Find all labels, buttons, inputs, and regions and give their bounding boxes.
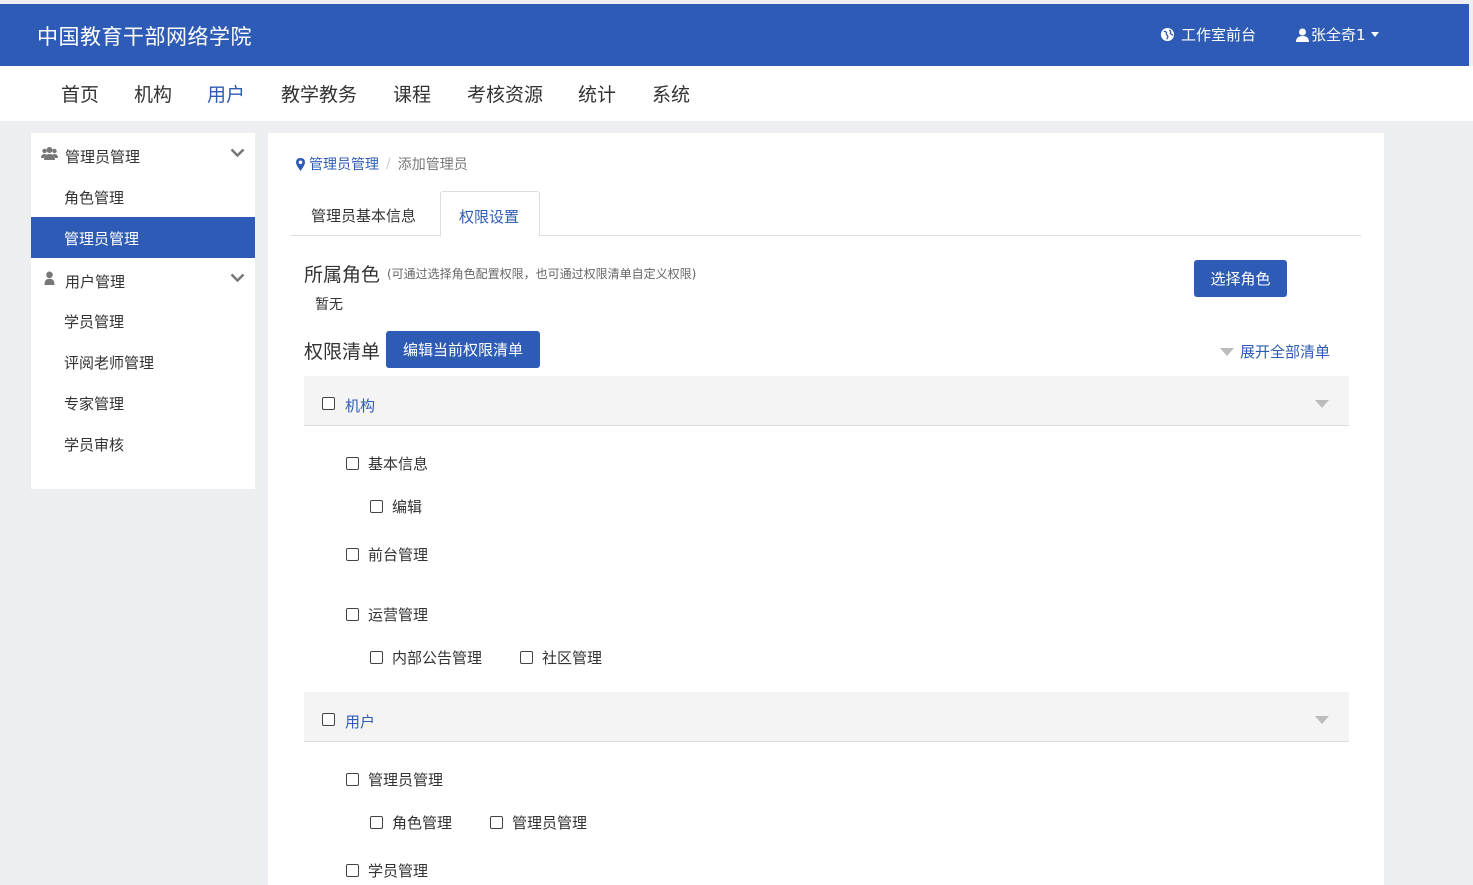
sidebar-item-admin-management[interactable]: 管理员管理 bbox=[31, 217, 255, 258]
section-checkbox[interactable] bbox=[322, 397, 335, 410]
nav-item-exam-resources[interactable]: 考核资源 bbox=[467, 80, 543, 107]
sidebar-item-student-review[interactable]: 学员审核 bbox=[31, 423, 255, 464]
permission-item: 管理员管理 bbox=[346, 769, 443, 790]
permission-list-title: 权限清单 bbox=[304, 341, 381, 363]
role-value: 暂无 bbox=[315, 297, 343, 313]
sidebar-item-label: 角色管理 bbox=[64, 189, 125, 207]
breadcrumb-separator: / bbox=[386, 156, 391, 172]
permission-checkbox[interactable] bbox=[370, 651, 383, 664]
nav-item-teaching[interactable]: 教学教务 bbox=[281, 80, 357, 107]
permission-checkbox[interactable] bbox=[346, 608, 359, 621]
breadcrumb-parent-link[interactable]: 管理员管理 bbox=[309, 154, 379, 174]
tab-basic-info[interactable]: 管理员基本信息 bbox=[291, 191, 440, 236]
permission-item: 运营管理 bbox=[346, 604, 428, 625]
sidebar-item-reviewer-management[interactable]: 评阅老师管理 bbox=[31, 341, 255, 382]
nav-item-system[interactable]: 系统 bbox=[652, 80, 690, 107]
caret-down-icon bbox=[1370, 32, 1379, 37]
permission-checkbox[interactable] bbox=[520, 651, 534, 664]
user-icon bbox=[44, 271, 55, 285]
breadcrumb: 管理员管理 / 添加管理员 bbox=[296, 154, 468, 174]
permission-item: 编辑 bbox=[370, 496, 422, 517]
nav-item-stats[interactable]: 统计 bbox=[578, 80, 616, 107]
section-label: 机构 bbox=[345, 397, 376, 415]
permission-section-user: 用户 bbox=[304, 692, 1349, 742]
breadcrumb-current: 添加管理员 bbox=[397, 157, 468, 173]
section-collapse-icon[interactable] bbox=[1315, 400, 1329, 408]
map-marker-icon bbox=[296, 157, 305, 171]
user-menu[interactable]: 张全奇1 bbox=[1296, 24, 1379, 45]
main-content: 管理员管理 / 添加管理员 管理员基本信息 权限设置 所属角色 (可通过选择角色… bbox=[268, 133, 1384, 885]
permission-label: 社区管理 bbox=[542, 649, 603, 667]
permission-item-row: 角色管理 管理员管理 bbox=[370, 812, 587, 833]
permission-label: 前台管理 bbox=[368, 546, 429, 564]
permission-checkbox[interactable] bbox=[370, 816, 383, 829]
tab-label: 管理员基本信息 bbox=[311, 207, 417, 225]
role-hint: (可通过选择角色配置权限，也可通过权限清单自定义权限) bbox=[387, 267, 697, 281]
studio-front-label: 工作室前台 bbox=[1181, 26, 1257, 44]
sidebar-item-expert-management[interactable]: 专家管理 bbox=[31, 382, 255, 423]
section-checkbox[interactable] bbox=[322, 713, 335, 726]
sidebar-item-student-management[interactable]: 学员管理 bbox=[31, 300, 255, 341]
permission-item: 基本信息 bbox=[346, 453, 428, 474]
permission-label: 运营管理 bbox=[368, 606, 429, 624]
permission-checkbox[interactable] bbox=[346, 773, 359, 786]
permission-label: 管理员管理 bbox=[512, 814, 588, 832]
permission-item-row: 内部公告管理 社区管理 bbox=[370, 647, 602, 668]
permission-label: 内部公告管理 bbox=[392, 649, 483, 667]
nav-item-course[interactable]: 课程 bbox=[393, 80, 431, 107]
user-icon bbox=[1296, 28, 1309, 42]
site-title[interactable]: 中国教育干部网络学院 bbox=[37, 21, 252, 51]
nav-item-user[interactable]: 用户 bbox=[207, 80, 245, 107]
permission-label: 管理员管理 bbox=[368, 771, 444, 789]
sidebar-group-label: 用户管理 bbox=[65, 273, 126, 291]
permission-item: 前台管理 bbox=[346, 544, 428, 565]
user-name: 张全奇1 bbox=[1311, 26, 1366, 44]
permission-checkbox[interactable] bbox=[346, 457, 359, 470]
sidebar-group-label: 管理员管理 bbox=[65, 148, 141, 166]
nav-item-home[interactable]: 首页 bbox=[61, 80, 99, 107]
expand-all-link[interactable]: 展开全部清单 bbox=[1220, 341, 1330, 362]
top-header: 中国教育干部网络学院 工作室前台 张全奇1 bbox=[0, 4, 1469, 66]
sidebar-item-label: 管理员管理 bbox=[64, 230, 140, 248]
permission-checkbox[interactable] bbox=[346, 864, 359, 877]
sidebar-item-label: 学员审核 bbox=[64, 436, 125, 454]
sidebar-item-label: 学员管理 bbox=[64, 313, 125, 331]
tab-bar: 管理员基本信息 权限设置 bbox=[291, 191, 1361, 237]
permission-checkbox[interactable] bbox=[346, 548, 359, 561]
edit-permission-list-button[interactable]: 编辑当前权限清单 bbox=[386, 331, 540, 368]
nav-item-org[interactable]: 机构 bbox=[134, 80, 172, 107]
section-collapse-icon[interactable] bbox=[1315, 716, 1329, 724]
sidebar-item-label: 专家管理 bbox=[64, 395, 125, 413]
select-role-button[interactable]: 选择角色 bbox=[1194, 260, 1287, 297]
section-label: 用户 bbox=[345, 713, 376, 731]
permission-label: 编辑 bbox=[392, 498, 423, 516]
permission-checkbox[interactable] bbox=[370, 500, 383, 513]
triangle-down-icon bbox=[1220, 347, 1234, 356]
chevron-down-icon bbox=[230, 273, 245, 283]
permission-checkbox[interactable] bbox=[490, 816, 504, 829]
sidebar-item-label: 评阅老师管理 bbox=[64, 354, 155, 372]
studio-front-link[interactable]: 工作室前台 bbox=[1160, 24, 1256, 45]
permission-label: 学员管理 bbox=[368, 862, 429, 880]
expand-all-label: 展开全部清单 bbox=[1240, 343, 1331, 361]
sidebar-group-admin[interactable]: 管理员管理 bbox=[31, 134, 255, 174]
globe-icon bbox=[1160, 27, 1175, 42]
permission-label: 基本信息 bbox=[368, 455, 429, 473]
sidebar-item-role-management[interactable]: 角色管理 bbox=[31, 176, 255, 217]
sidebar-group-user[interactable]: 用户管理 bbox=[31, 259, 255, 299]
permission-item: 学员管理 bbox=[346, 860, 428, 881]
chevron-down-icon bbox=[230, 148, 245, 158]
permission-label: 角色管理 bbox=[392, 814, 453, 832]
permission-section-org: 机构 bbox=[304, 376, 1349, 426]
main-nav: 首页 机构 用户 教学教务 课程 考核资源 统计 系统 bbox=[0, 66, 1473, 121]
sidebar: 管理员管理 角色管理 管理员管理 用户管理 学员管理 评阅老师管理 专家管理 学… bbox=[31, 133, 255, 489]
tab-permission-settings[interactable]: 权限设置 bbox=[440, 191, 540, 237]
tab-label: 权限设置 bbox=[459, 208, 520, 226]
role-section-title: 所属角色 bbox=[304, 264, 381, 286]
users-icon bbox=[41, 147, 58, 160]
